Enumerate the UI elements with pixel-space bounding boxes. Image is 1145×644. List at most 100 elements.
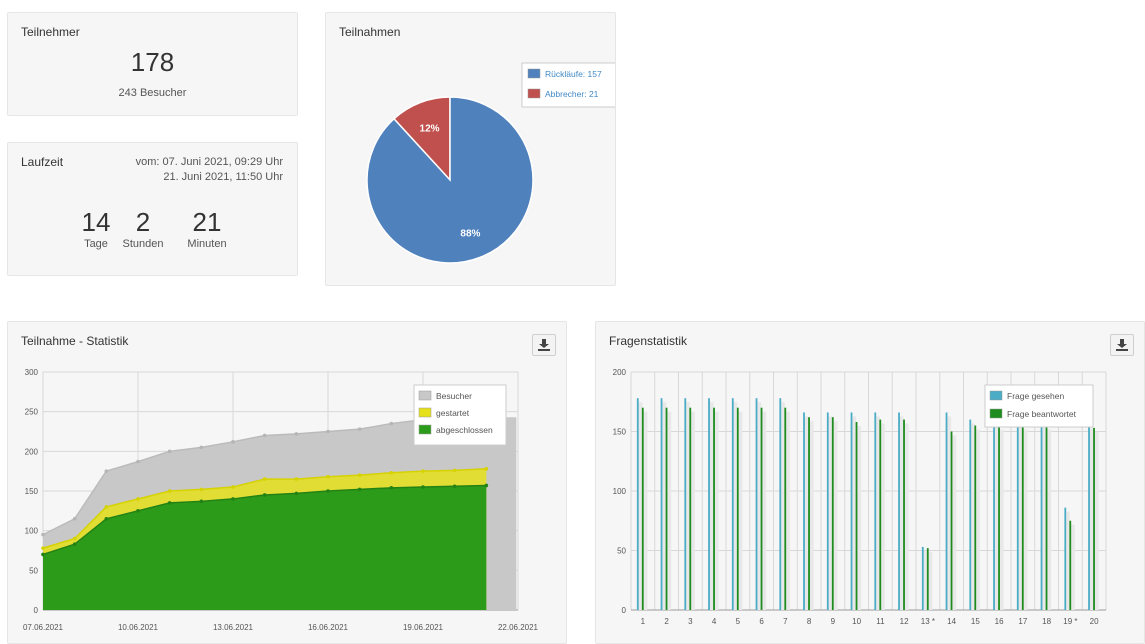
bar	[1016, 419, 1019, 610]
area-chart: 0 50 100 150 200 250 300 07.06.2021 10.06.2021 13…	[23, 368, 539, 632]
x-tick-label: 9	[831, 617, 836, 626]
y-tick-label: 200	[613, 368, 627, 377]
bar-shadow	[828, 416, 833, 610]
data-point	[104, 516, 109, 521]
x-tick-label: 12	[900, 617, 909, 626]
x-tick-label: 13 *	[921, 617, 935, 626]
y-tick-label: 250	[25, 408, 39, 417]
bar-shadow	[662, 402, 667, 610]
data-point	[294, 477, 299, 481]
bar	[1045, 425, 1048, 610]
bar-legend-label: Frage gesehen	[1007, 391, 1064, 401]
bar-shadow	[709, 402, 714, 610]
bar	[665, 407, 668, 610]
x-tick-label: 19.06.2021	[403, 623, 444, 632]
data-point	[167, 489, 172, 493]
bar-chart: 0501001502001 2 3 4 5 6 7 8 9 10 11 12 13 * 14 15 16 17 1…	[613, 368, 1107, 626]
data-point	[421, 485, 425, 489]
bar-legend-swatch	[989, 390, 1003, 401]
area-legend-swatch	[418, 424, 432, 435]
x-tick-label: 20	[1090, 617, 1099, 626]
pie-slice-label: 88%	[460, 229, 480, 240]
x-tick-label: 10.06.2021	[118, 623, 159, 632]
bar-shadow	[690, 411, 695, 610]
data-point	[136, 509, 140, 513]
bar	[826, 412, 829, 610]
bar	[974, 425, 977, 610]
area-legend-swatch	[418, 407, 432, 418]
bar-shadow	[785, 411, 790, 610]
bar	[998, 425, 1000, 610]
bar	[779, 398, 782, 610]
bar	[1021, 425, 1024, 610]
bar-shadow	[643, 411, 648, 610]
y-tick-label: 100	[613, 487, 627, 496]
x-tick-label: 6	[759, 617, 764, 626]
bar	[713, 407, 715, 610]
bar	[945, 412, 948, 610]
area-legend-label: gestartet	[436, 408, 470, 418]
data-point	[104, 469, 109, 473]
bar-shadow	[804, 416, 809, 610]
minutes-value: 21	[192, 207, 222, 237]
x-tick-label: 1	[641, 617, 646, 626]
bar	[898, 412, 900, 610]
hours-value: 2	[135, 207, 151, 237]
x-tick-label: 07.06.2021	[23, 623, 64, 632]
data-point	[294, 491, 299, 496]
teilnahmen-card: Teilnahmen 12% 88% Rückläufe: 157 Abbrecher…	[325, 12, 616, 286]
visitor-count: 243 Besucher	[118, 87, 187, 99]
bar-legend-label: Frage beantwortet	[1007, 409, 1077, 419]
bar	[731, 398, 734, 610]
x-tick-label: 4	[712, 617, 717, 626]
data-point	[484, 466, 489, 471]
x-tick-label: 16.06.2021	[308, 623, 349, 632]
y-tick-label: 150	[613, 428, 627, 437]
duration-days: 14 Tage	[76, 207, 116, 250]
bar	[1088, 424, 1090, 610]
bar	[689, 407, 692, 610]
bar-shadow	[999, 429, 1004, 610]
bar-legend: Frage gesehen Frage beantwortet	[984, 384, 1094, 428]
x-tick-label: 17	[1018, 617, 1027, 626]
data-point	[199, 445, 204, 450]
data-point	[72, 536, 77, 541]
duration-hours: 2 Stunden	[116, 207, 170, 250]
pie-legend-swatch	[527, 68, 541, 79]
bar	[641, 407, 644, 610]
data-point	[357, 473, 362, 477]
teilnehmer-card: Teilnehmer 178 243 Besucher	[7, 12, 298, 116]
bar-shadow	[762, 411, 767, 610]
data-point	[231, 497, 235, 501]
bar	[950, 431, 953, 610]
bar-shadow	[1018, 423, 1023, 610]
y-tick-label: 0	[34, 606, 39, 615]
minutes-label: Minuten	[187, 238, 227, 250]
bar-shadow	[757, 402, 762, 610]
bar	[760, 407, 763, 610]
bar-shadow	[875, 416, 880, 610]
statistik-card: Teilnahme - Statistik 0 50 100 150 200 250 300…	[7, 321, 567, 644]
area-legend: Besucher gestartet abgeschlossen	[413, 384, 507, 446]
data-point	[136, 497, 140, 501]
x-tick-label: 11	[876, 617, 885, 626]
bar-shadow	[975, 429, 980, 610]
data-point	[357, 427, 362, 431]
pie-legend-label: Rückläufe: 157	[545, 69, 602, 79]
bar	[1093, 427, 1095, 610]
data-point	[41, 546, 45, 550]
bar	[708, 398, 710, 610]
bar	[850, 412, 853, 610]
bar	[879, 419, 882, 610]
data-point	[41, 552, 45, 557]
bar	[684, 398, 687, 610]
bar	[993, 419, 995, 610]
days-label: Tage	[84, 238, 108, 250]
bar-shadow	[880, 423, 885, 610]
data-point	[326, 474, 330, 479]
bar	[903, 419, 905, 610]
data-point	[262, 433, 267, 438]
data-point	[231, 440, 235, 444]
bar	[736, 407, 739, 610]
bar-shadow	[638, 402, 643, 610]
